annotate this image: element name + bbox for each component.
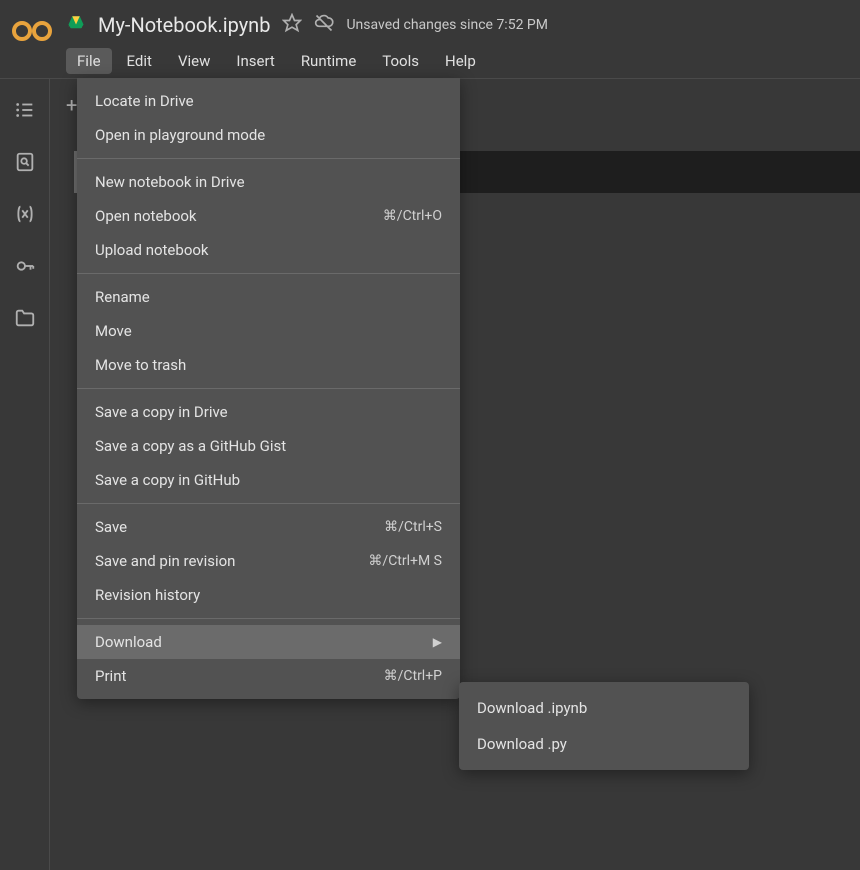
menu-new-notebook[interactable]: New notebook in Drive xyxy=(77,165,460,199)
menu-save[interactable]: Save⌘/Ctrl+S xyxy=(77,510,460,544)
menu-download-py[interactable]: Download .py xyxy=(459,726,749,762)
file-menu-dropdown: Locate in Drive Open in playground mode … xyxy=(77,78,460,699)
variables-icon[interactable] xyxy=(14,203,36,229)
menu-divider xyxy=(77,618,460,619)
header: My-Notebook.ipynb Unsaved changes since … xyxy=(0,0,860,78)
star-icon[interactable] xyxy=(282,13,302,37)
submenu-arrow-icon: ▶ xyxy=(433,635,442,649)
menu-open-notebook[interactable]: Open notebook⌘/Ctrl+O xyxy=(77,199,460,233)
menu-save-pin-revision[interactable]: Save and pin revision⌘/Ctrl+M S xyxy=(77,544,460,578)
menubar: File Edit View Insert Runtime Tools Help xyxy=(66,48,848,74)
download-submenu: Download .ipynb Download .py xyxy=(459,682,749,770)
toc-icon[interactable] xyxy=(14,99,36,125)
menu-print[interactable]: Print⌘/Ctrl+P xyxy=(77,659,460,693)
secrets-icon[interactable] xyxy=(14,255,36,281)
cloud-off-icon[interactable] xyxy=(314,13,334,37)
menu-download-ipynb[interactable]: Download .ipynb xyxy=(459,690,749,726)
menu-insert[interactable]: Insert xyxy=(225,48,285,74)
menu-edit[interactable]: Edit xyxy=(116,48,163,74)
menu-move-trash[interactable]: Move to trash xyxy=(77,348,460,382)
header-main: My-Notebook.ipynb Unsaved changes since … xyxy=(66,10,848,74)
menu-move[interactable]: Move xyxy=(77,314,460,348)
menu-tools[interactable]: Tools xyxy=(371,48,430,74)
menu-locate-in-drive[interactable]: Locate in Drive xyxy=(77,84,460,118)
left-rail-bottom xyxy=(0,746,50,852)
menu-download[interactable]: Download▶ xyxy=(77,625,460,659)
menu-divider xyxy=(77,503,460,504)
menu-revision-history[interactable]: Revision history xyxy=(77,578,460,612)
menu-save-copy-drive[interactable]: Save a copy in Drive xyxy=(77,395,460,429)
title-row: My-Notebook.ipynb Unsaved changes since … xyxy=(66,10,848,40)
menu-file[interactable]: File xyxy=(66,48,112,74)
menu-save-copy-gist[interactable]: Save a copy as a GitHub Gist xyxy=(77,429,460,463)
add-cell-button[interactable]: + xyxy=(66,93,77,117)
menu-divider xyxy=(77,273,460,274)
menu-runtime[interactable]: Runtime xyxy=(290,48,367,74)
drive-icon xyxy=(66,14,86,36)
find-replace-icon[interactable] xyxy=(14,151,36,177)
menu-divider xyxy=(77,388,460,389)
colab-logo[interactable] xyxy=(12,18,52,44)
menu-open-playground[interactable]: Open in playground mode xyxy=(77,118,460,152)
menu-view[interactable]: View xyxy=(167,48,221,74)
unsaved-changes-text: Unsaved changes since 7:52 PM xyxy=(346,17,548,33)
menu-help[interactable]: Help xyxy=(434,48,487,74)
files-icon[interactable] xyxy=(14,307,36,333)
menu-divider xyxy=(77,158,460,159)
menu-rename[interactable]: Rename xyxy=(77,280,460,314)
menu-upload-notebook[interactable]: Upload notebook xyxy=(77,233,460,267)
menu-save-copy-github[interactable]: Save a copy in GitHub xyxy=(77,463,460,497)
notebook-title[interactable]: My-Notebook.ipynb xyxy=(98,13,270,37)
